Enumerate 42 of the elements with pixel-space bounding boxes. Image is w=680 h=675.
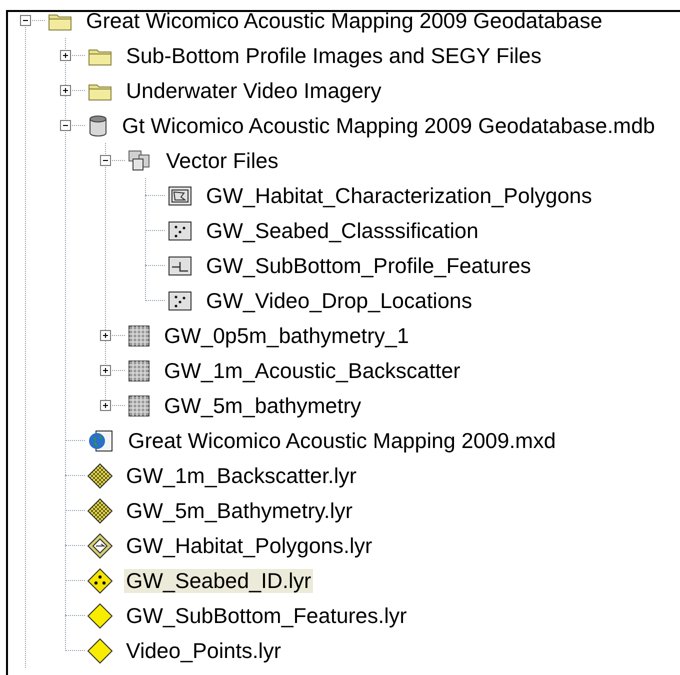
tree-item[interactable]: Great Wicomico Acoustic Mapping 2009.mxd [126, 428, 558, 452]
outlined-diamond-icon [87, 532, 113, 558]
checkered-diamond-icon [87, 462, 113, 488]
tree-item[interactable]: Gt Wicomico Acoustic Mapping 2009 Geodatabase.mdb [120, 114, 658, 138]
expand-toggle[interactable] [60, 85, 70, 96]
tree-item[interactable]: GW_Habitat_Polygons.lyr [124, 534, 374, 558]
expand-toggle[interactable] [60, 50, 70, 61]
tree-item[interactable]: Vector Files [164, 148, 280, 172]
diamond-icon [87, 638, 113, 664]
expand-toggle[interactable] [100, 365, 110, 376]
database-icon [87, 114, 109, 138]
tree-item[interactable]: GW_Seabed_ID.lyr [124, 568, 314, 592]
grid-icon [127, 358, 151, 382]
collapse-toggle[interactable] [20, 15, 30, 26]
grid-icon [127, 324, 151, 348]
tree-item[interactable]: Underwater Video Imagery [124, 78, 384, 102]
collapse-toggle[interactable] [100, 155, 110, 166]
dotted-diamond-icon [87, 568, 113, 594]
globe-document-icon [87, 428, 115, 454]
expand-toggle[interactable] [100, 330, 110, 341]
tree-item[interactable]: GW_5m_bathymetry [162, 394, 364, 418]
tree-item[interactable]: GW_Habitat_Characterization_Polygons [204, 184, 594, 208]
checkered-diamond-icon [87, 498, 113, 524]
diamond-icon [87, 602, 113, 628]
tree-item[interactable]: GW_5m_Bathymetry.lyr [124, 498, 355, 522]
tree-item[interactable]: GW_Seabed_Classsification [204, 218, 480, 242]
point-class-icon [167, 290, 193, 312]
expand-toggle[interactable] [100, 400, 110, 411]
tree-item[interactable]: Sub-Bottom Profile Images and SEGY Files [124, 44, 544, 68]
tree-item[interactable]: Great Wicomico Acoustic Mapping 2009 Geodatabase [84, 8, 604, 32]
tree-item[interactable]: Video_Points.lyr [124, 638, 283, 662]
tree-item[interactable]: GW_0p5m_bathymetry_1 [162, 324, 411, 348]
collapse-toggle[interactable] [60, 120, 70, 131]
point-class-icon [167, 220, 193, 242]
tree-item[interactable]: GW_SubBottom_Features.lyr [124, 604, 409, 628]
tree-item[interactable]: GW_1m_Backscatter.lyr [124, 464, 359, 488]
tree-item[interactable]: GW_Video_Drop_Locations [204, 288, 474, 312]
tree-item[interactable]: GW_1m_Acoustic_Backscatter [162, 358, 462, 382]
line-class-icon [167, 254, 193, 276]
tree-item[interactable]: GW_SubBottom_Profile_Features [204, 254, 534, 278]
polygon-class-icon [167, 184, 193, 206]
grid-icon [127, 394, 151, 418]
